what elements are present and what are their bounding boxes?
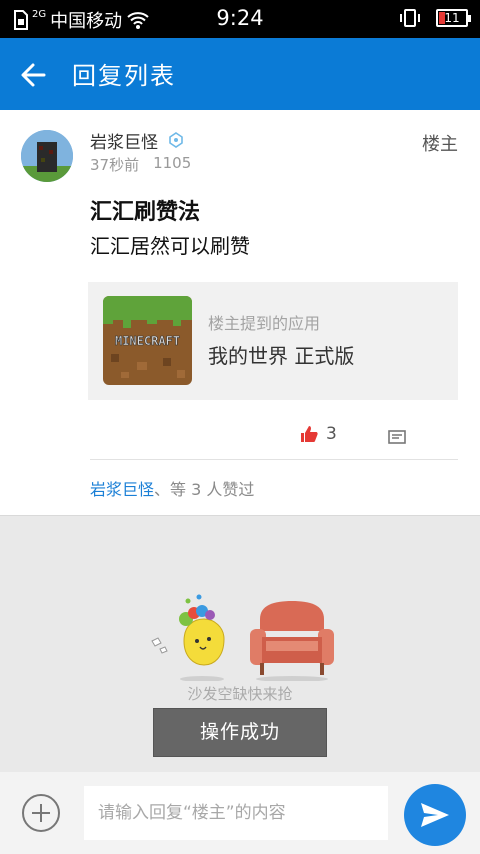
post-time: 37秒前 (90, 156, 140, 174)
success-toast: 操作成功 (153, 708, 327, 757)
owner-tag: 楼主 (422, 134, 458, 155)
likers-summary: 岩浆巨怪、等 3 人赞过 (90, 476, 254, 500)
app-mention-hint: 楼主提到的应用 (208, 314, 321, 333)
comment-icon[interactable] (388, 430, 406, 446)
status-right: 11 (398, 8, 471, 28)
like-button[interactable]: 3 (300, 424, 337, 444)
vibrate-icon (400, 9, 420, 27)
app-header: 回复列表 (0, 38, 480, 110)
back-arrow-icon[interactable] (18, 60, 48, 90)
add-attachment-button[interactable] (22, 794, 60, 832)
page-title: 回复列表 (72, 62, 176, 90)
post-title: 汇汇刷赞法 (90, 200, 201, 225)
post-card: 岩浆巨怪 37秒前 1105 楼主 汇汇刷赞法 汇汇居然可以刷赞 MINECRA… (0, 110, 480, 516)
app-name: 我的世界 正式版 (208, 344, 355, 368)
author-name[interactable]: 岩浆巨怪 (90, 128, 158, 153)
send-button[interactable] (404, 784, 466, 846)
status-bar: 2G 中国移动 9:24 11 (0, 0, 480, 38)
post-meta: 37秒前 1105 (90, 154, 191, 175)
level-badge-icon (169, 132, 183, 148)
thumbs-up-icon (301, 426, 318, 442)
reply-bar (0, 772, 480, 854)
reply-input[interactable] (84, 786, 388, 840)
author-avatar[interactable] (21, 130, 73, 182)
like-count: 3 (326, 424, 337, 444)
minecraft-logo-text: MINECRAFT (115, 334, 180, 348)
mentioned-app-card[interactable]: MINECRAFT 楼主提到的应用 我的世界 正式版 (88, 282, 458, 400)
empty-state-text: 沙发空缺快来抢 (187, 685, 293, 703)
sofa-mascot-illustration (151, 594, 334, 681)
battery-level: 11 (444, 11, 460, 25)
likers-suffix: 、等 3 人赞过 (154, 480, 255, 499)
post-actions: 3 (0, 416, 480, 456)
send-icon (421, 803, 449, 827)
post-body: 汇汇居然可以刷赞 (90, 234, 250, 258)
liker-name-link[interactable]: 岩浆巨怪 (90, 480, 154, 499)
battery-icon: 11 (436, 9, 471, 27)
minecraft-app-icon: MINECRAFT (103, 296, 192, 385)
view-count: 1105 (153, 154, 192, 172)
divider (90, 459, 458, 460)
